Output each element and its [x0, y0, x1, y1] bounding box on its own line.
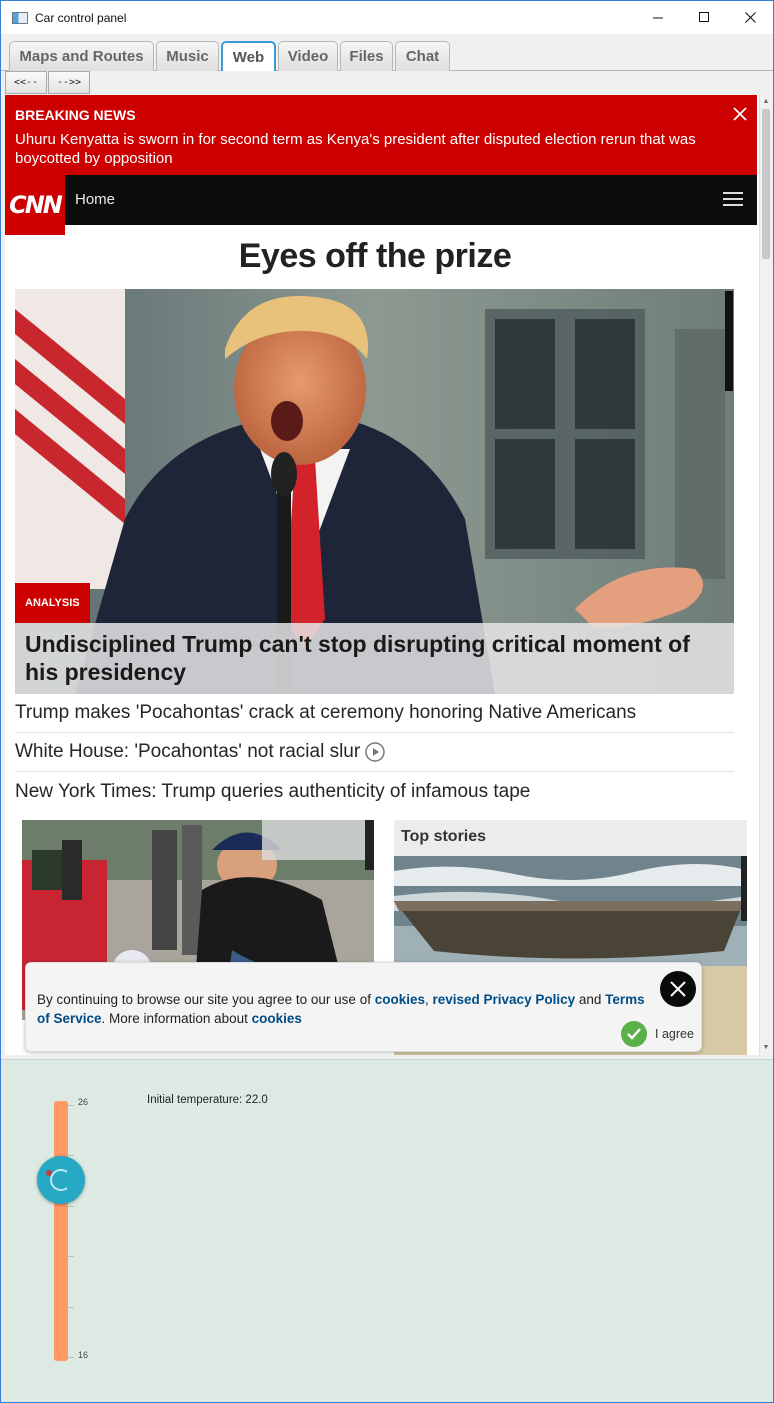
temperature-tick — [68, 1306, 74, 1308]
tab-maps-and-routes[interactable]: Maps and Routes — [9, 41, 154, 71]
agree-button[interactable]: I agree — [621, 1021, 694, 1047]
cookies-info-link[interactable]: cookies — [252, 1011, 302, 1026]
agree-label: I agree — [655, 1027, 694, 1041]
scroll-down-icon[interactable]: ▼ — [760, 1041, 772, 1053]
window-title: Car control panel — [35, 10, 127, 25]
tab-music[interactable]: Music — [156, 41, 219, 71]
story-link-text: White House: 'Pocahontas' not racial slu… — [15, 741, 361, 762]
hero-story[interactable]: ANALYSIS Undisciplined Trump can't stop … — [15, 289, 734, 694]
close-icon — [744, 12, 756, 23]
web-scrollbar[interactable]: ▲ ▼ — [759, 95, 771, 1055]
app-window: Car control panel Maps and Routes Music … — [0, 0, 774, 1403]
photo-credit — [725, 291, 733, 391]
app-icon — [12, 11, 28, 24]
temperature-slider-track[interactable] — [54, 1101, 68, 1361]
temperature-min-label: 16 — [78, 1350, 89, 1360]
cookie-consent-banner: By continuing to browse our site you agr… — [25, 962, 702, 1052]
photo-credit — [365, 820, 374, 870]
scroll-up-icon[interactable]: ▲ — [760, 95, 772, 107]
story-link[interactable]: White House: 'Pocahontas' not racial slu… — [15, 733, 734, 772]
close-button[interactable] — [727, 1, 773, 34]
privacy-policy-link[interactable]: revised Privacy Policy — [433, 992, 576, 1007]
nav-home-link[interactable]: Home — [75, 191, 115, 208]
cookie-close-button[interactable] — [660, 971, 696, 1007]
title-bar[interactable]: Car control panel — [1, 1, 773, 34]
browser-nav: <<-- -->> — [1, 71, 773, 95]
forward-button[interactable]: -->> — [48, 71, 90, 94]
breaking-news-text[interactable]: Uhuru Kenyatta is sworn in for second te… — [15, 130, 735, 168]
site-header: CNN Home — [5, 175, 757, 235]
cookie-text-part: , — [424, 992, 433, 1007]
page-headline[interactable]: Eyes off the prize — [5, 237, 745, 276]
breaking-news-label: BREAKING NEWS — [15, 107, 136, 123]
cnn-logo[interactable]: CNN — [5, 175, 65, 235]
knob-ring-icon — [50, 1169, 68, 1191]
story-link-text: New York Times: Trump queries authentici… — [15, 780, 531, 802]
tab-files[interactable]: Files — [340, 41, 393, 71]
tab-bar: Maps and Routes Music Web Video Files Ch… — [1, 34, 773, 71]
cookie-text-part: . More information about — [101, 1011, 252, 1026]
temperature-tick — [68, 1256, 74, 1258]
story-link-text: Trump makes 'Pocahontas' crack at ceremo… — [15, 702, 637, 723]
story-link[interactable]: New York Times: Trump queries authentici… — [15, 772, 734, 811]
tab-web[interactable]: Web — [221, 41, 276, 71]
back-button[interactable]: <<-- — [5, 71, 47, 94]
temperature-tick — [68, 1155, 74, 1157]
close-icon[interactable] — [733, 107, 747, 121]
temperature-tick — [68, 1205, 74, 1207]
top-stories-heading: Top stories — [401, 828, 487, 845]
cookie-text: By continuing to browse our site you agr… — [37, 990, 647, 1028]
tab-chat[interactable]: Chat — [395, 41, 450, 71]
close-icon — [670, 981, 686, 997]
temperature-tick — [68, 1105, 74, 1106]
checkmark-icon — [621, 1021, 647, 1047]
story-link[interactable]: Trump makes 'Pocahontas' crack at ceremo… — [15, 694, 734, 733]
breaking-news-banner[interactable]: BREAKING NEWS Uhuru Kenyatta is sworn in… — [5, 95, 757, 175]
temperature-tick — [68, 1357, 74, 1358]
cookie-text-part: and — [575, 992, 606, 1007]
hamburger-menu-icon[interactable] — [723, 192, 743, 208]
scroll-thumb[interactable] — [762, 109, 770, 259]
minimize-icon — [652, 17, 663, 19]
tab-video[interactable]: Video — [278, 41, 338, 71]
cookie-text-part: By continuing to browse our site you agr… — [37, 992, 375, 1007]
temperature-max-label: 26 — [78, 1097, 89, 1107]
maximize-icon — [698, 12, 709, 22]
hero-caption[interactable]: Undisciplined Trump can't stop disruptin… — [15, 623, 734, 694]
initial-temperature-readout: Initial temperature: 22.0 — [147, 1094, 268, 1106]
temperature-knob[interactable] — [37, 1156, 85, 1204]
analysis-badge: ANALYSIS — [15, 583, 90, 623]
play-video-icon — [365, 742, 385, 762]
minimize-button[interactable] — [635, 1, 681, 34]
web-view[interactable]: BREAKING NEWS Uhuru Kenyatta is sworn in… — [5, 95, 759, 1055]
maximize-button[interactable] — [681, 1, 727, 34]
climate-control-panel: 26 16 Initial temperature: 22.0 — [1, 1059, 773, 1402]
cookies-link[interactable]: cookies — [375, 992, 425, 1007]
